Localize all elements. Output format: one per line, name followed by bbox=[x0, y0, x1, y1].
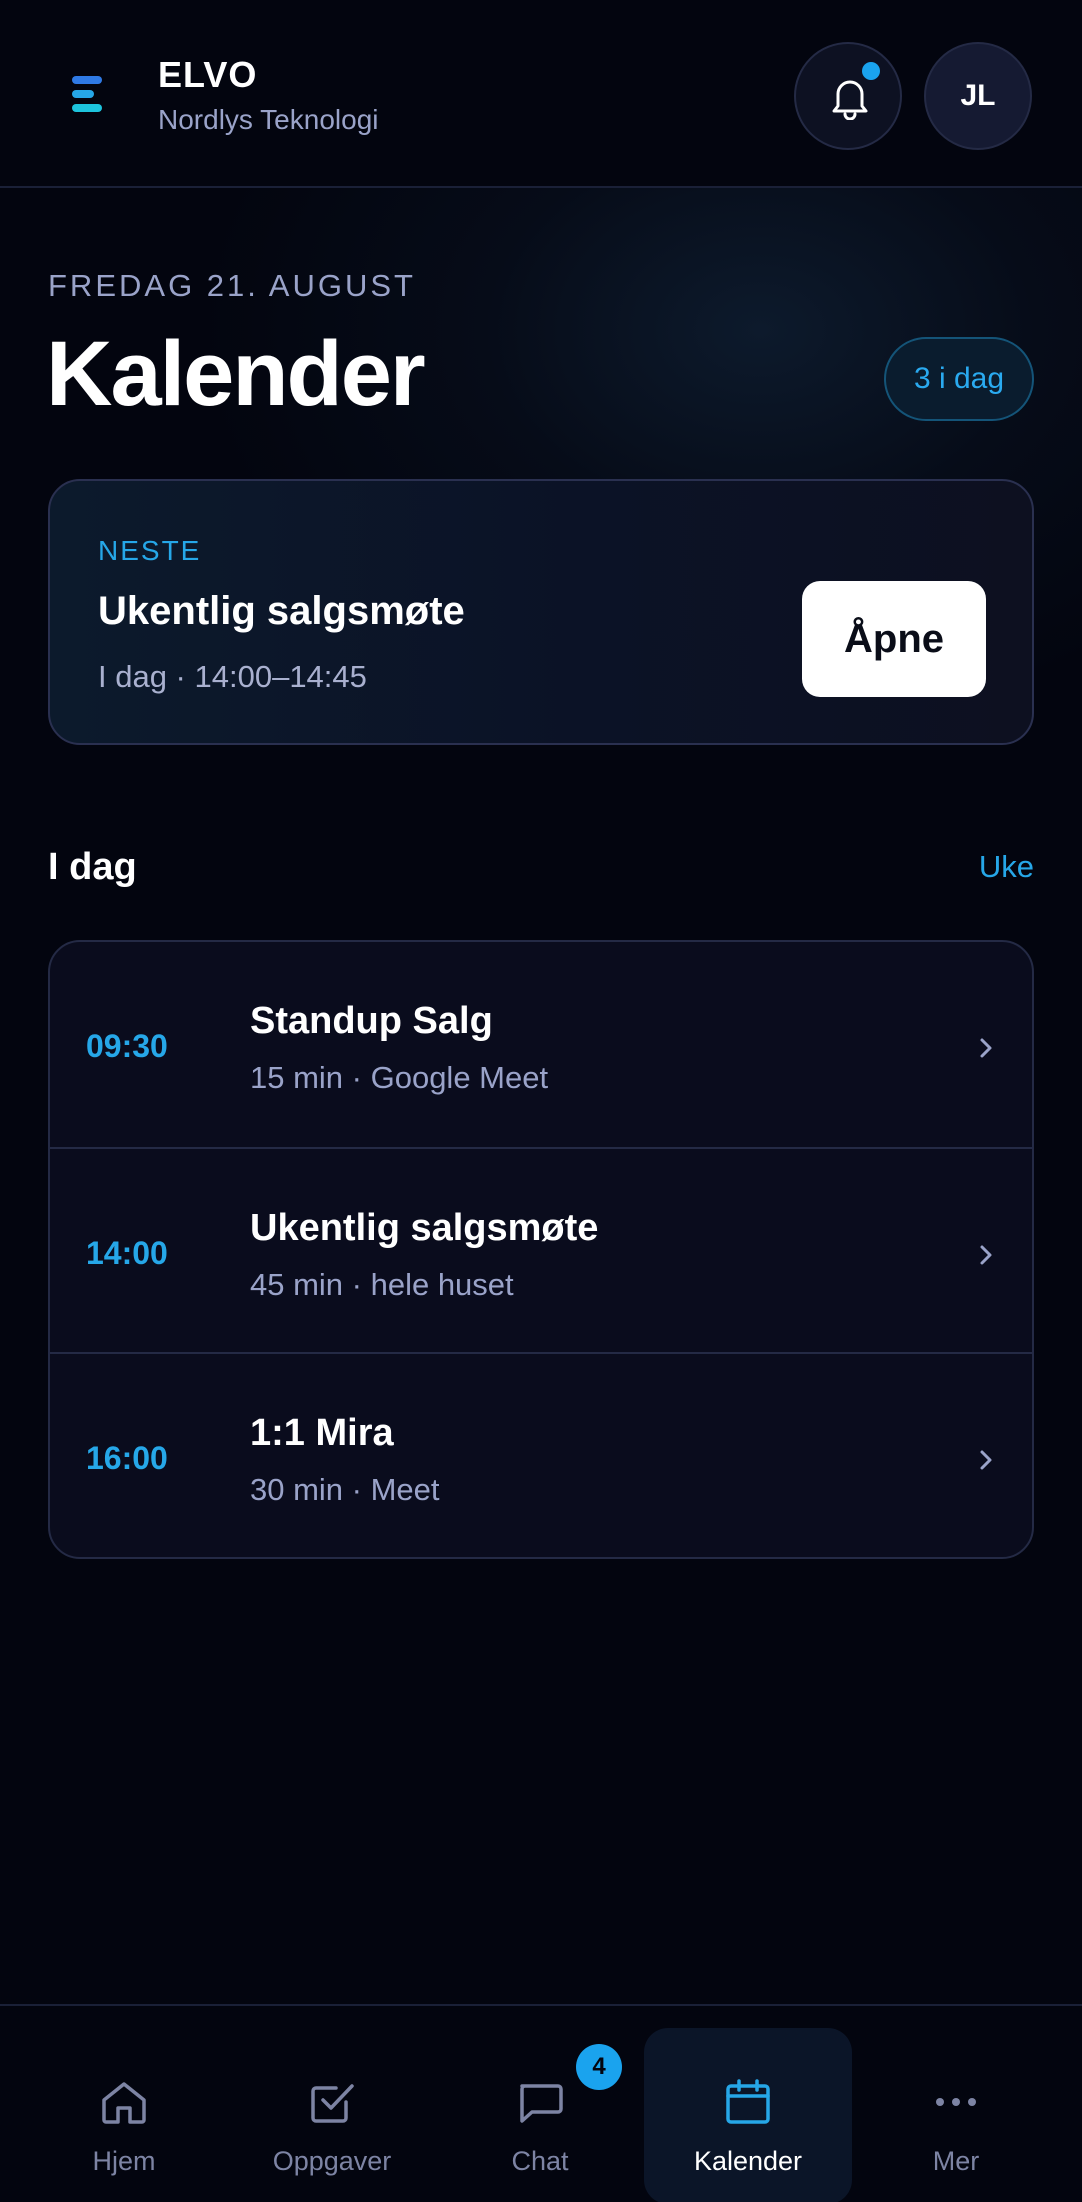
next-label: NESTE bbox=[98, 535, 202, 566]
chat-unread-badge: 4 bbox=[576, 2044, 622, 2090]
chat-icon bbox=[520, 2084, 563, 2123]
app-brand: ELVO bbox=[158, 54, 258, 95]
event-list: 09:30 Standup Salg 15 min · Google Meet … bbox=[48, 940, 1034, 1559]
event-meta: 30 min · Meet bbox=[250, 1472, 440, 1507]
event-title: 1:1 Mira bbox=[250, 1412, 394, 1454]
bell-icon bbox=[832, 80, 868, 120]
nav-item-tasks[interactable]: Oppgaver bbox=[228, 2028, 436, 2202]
date-label: FREDAG 21. AUGUST bbox=[48, 268, 416, 303]
event-title: Ukentlig salgsmøte bbox=[250, 1207, 599, 1249]
nav-label: Mer bbox=[932, 2146, 980, 2176]
calendar-icon bbox=[726, 2079, 770, 2124]
nav-label: Hjem bbox=[92, 2146, 156, 2176]
menu-icon[interactable] bbox=[72, 76, 106, 112]
nav-label: Chat bbox=[511, 2146, 569, 2176]
next-event-card: NESTE Ukentlig salgsmøte I dag · 14:00–1… bbox=[48, 479, 1034, 745]
more-icon bbox=[936, 2098, 976, 2106]
week-link[interactable]: Uke bbox=[979, 849, 1034, 885]
open-button[interactable]: Åpne bbox=[802, 581, 986, 697]
chevron-right-icon bbox=[980, 1450, 992, 1470]
organization-name: Nordlys Teknologi bbox=[158, 104, 379, 135]
page-title: Kalender bbox=[46, 323, 426, 425]
chevron-right-icon bbox=[980, 1038, 992, 1058]
section-title: I dag bbox=[48, 846, 137, 888]
event-time: 09:30 bbox=[86, 1028, 168, 1064]
event-row[interactable]: 09:30 Standup Salg 15 min · Google Meet bbox=[50, 942, 1032, 1147]
calendar-screen: ELVO Nordlys Teknologi JL FREDAG 21. AUG… bbox=[0, 0, 1082, 2202]
home-icon bbox=[102, 2082, 146, 2124]
event-meta: 15 min · Google Meet bbox=[250, 1060, 549, 1095]
nav-item-home[interactable]: Hjem bbox=[20, 2028, 228, 2202]
next-event-time: I dag · 14:00–14:45 bbox=[98, 659, 367, 694]
nav-label: Kalender bbox=[693, 2146, 803, 2176]
nav-label: Oppgaver bbox=[272, 2146, 392, 2176]
event-row[interactable]: 14:00 Ukentlig salgsmøte 45 min · hele h… bbox=[50, 1147, 1032, 1352]
checkbox-icon bbox=[311, 2084, 354, 2123]
today-count-badge: 3 i dag bbox=[884, 337, 1034, 421]
app-header: ELVO Nordlys Teknologi JL bbox=[0, 0, 1082, 188]
event-meta: 45 min · hele huset bbox=[250, 1267, 514, 1302]
notification-dot bbox=[862, 62, 880, 80]
event-row[interactable]: 16:00 1:1 Mira 30 min · Meet bbox=[50, 1352, 1032, 1557]
bottom-nav: Hjem Oppgaver 4 Chat Kalender Mer bbox=[0, 2004, 1082, 2202]
nav-item-chat[interactable]: 4 Chat bbox=[436, 2028, 644, 2202]
nav-item-calendar[interactable]: Kalender bbox=[644, 2028, 852, 2202]
event-time: 14:00 bbox=[86, 1235, 168, 1271]
next-event-title: Ukentlig salgsmøte bbox=[98, 589, 465, 633]
avatar[interactable]: JL bbox=[924, 42, 1032, 150]
nav-item-more[interactable]: Mer bbox=[852, 2028, 1060, 2202]
event-title: Standup Salg bbox=[250, 1000, 493, 1042]
chevron-right-icon bbox=[980, 1245, 992, 1265]
event-time: 16:00 bbox=[86, 1440, 168, 1476]
notifications-button[interactable] bbox=[794, 42, 902, 150]
